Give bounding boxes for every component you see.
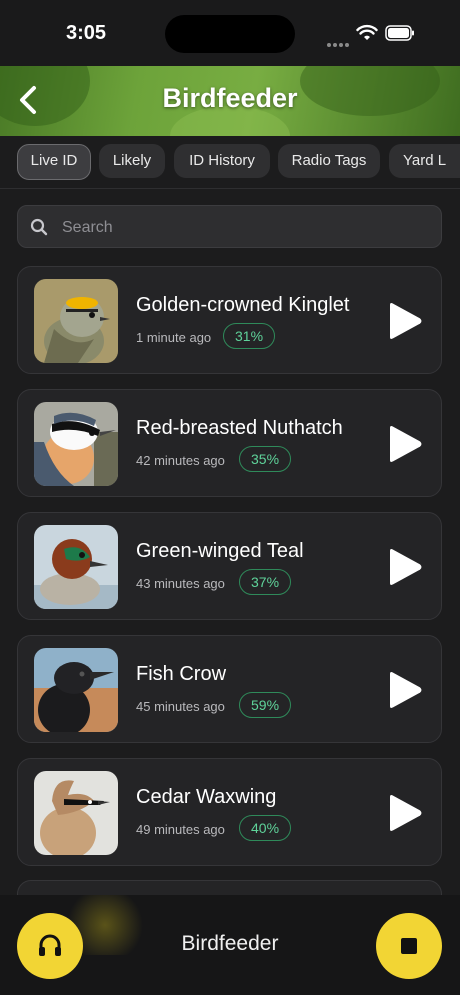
play-icon[interactable] xyxy=(386,547,424,587)
status-time: 3:05 xyxy=(66,22,107,44)
signal-dots-icon xyxy=(327,34,351,47)
tab-bar: Live ID Likely ID History Radio Tags Yar… xyxy=(0,136,460,189)
search-bar xyxy=(17,205,442,249)
stop-button[interactable] xyxy=(376,913,442,979)
stop-icon xyxy=(401,938,417,954)
dynamic-island xyxy=(165,15,295,53)
play-icon[interactable] xyxy=(386,301,424,341)
tab-likely[interactable]: Likely xyxy=(99,144,165,178)
bird-name: Fish Crow xyxy=(136,663,227,685)
bird-name: Green-winged Teal xyxy=(136,540,304,562)
bird-name: Cedar Waxwing xyxy=(136,786,277,808)
detection-time: 43 minutes ago xyxy=(136,576,225,591)
confidence-badge: 40% xyxy=(239,815,292,841)
detection-card[interactable]: Green-winged Teal 43 minutes ago 37% xyxy=(17,512,442,620)
play-icon[interactable] xyxy=(386,670,424,710)
app-header: Birdfeeder xyxy=(0,66,460,136)
confidence-badge: 59% xyxy=(239,692,292,718)
play-icon[interactable] xyxy=(386,793,424,833)
tab-yard-list[interactable]: Yard L xyxy=(389,144,460,178)
tab-live-id[interactable]: Live ID xyxy=(17,144,91,180)
detection-card[interactable]: Golden-crowned Kinglet 1 minute ago 31% xyxy=(17,266,442,374)
tab-radio-tags[interactable]: Radio Tags xyxy=(278,144,380,178)
player-bar: Birdfeeder xyxy=(0,895,460,995)
bird-photo xyxy=(34,402,118,486)
status-bar: 3:05 xyxy=(0,0,460,66)
bird-photo xyxy=(34,525,118,609)
bird-photo xyxy=(34,648,118,732)
detection-time: 1 minute ago xyxy=(136,330,212,345)
detection-card[interactable]: Fish Crow 45 minutes ago 59% xyxy=(17,635,442,743)
detection-time: 45 minutes ago xyxy=(136,699,225,714)
search-icon xyxy=(30,218,48,236)
confidence-badge: 35% xyxy=(239,446,292,472)
detection-card[interactable]: Cedar Waxwing 49 minutes ago 40% xyxy=(17,758,442,866)
page-title: Birdfeeder xyxy=(162,83,298,113)
bird-photo xyxy=(34,279,118,363)
detection-card[interactable]: Red-breasted Nuthatch 42 minutes ago 35% xyxy=(17,389,442,497)
detection-time: 42 minutes ago xyxy=(136,453,225,468)
detection-time: 49 minutes ago xyxy=(136,822,225,837)
confidence-badge: 37% xyxy=(239,569,292,595)
bird-name: Golden-crowned Kinglet xyxy=(136,294,350,316)
battery-icon xyxy=(385,25,414,41)
search-input[interactable] xyxy=(60,206,434,249)
bird-photo xyxy=(34,771,118,855)
play-icon[interactable] xyxy=(386,424,424,464)
bird-name: Red-breasted Nuthatch xyxy=(136,417,343,439)
tab-id-history[interactable]: ID History xyxy=(174,144,270,178)
wifi-icon xyxy=(356,24,378,40)
confidence-badge: 31% xyxy=(223,323,276,349)
